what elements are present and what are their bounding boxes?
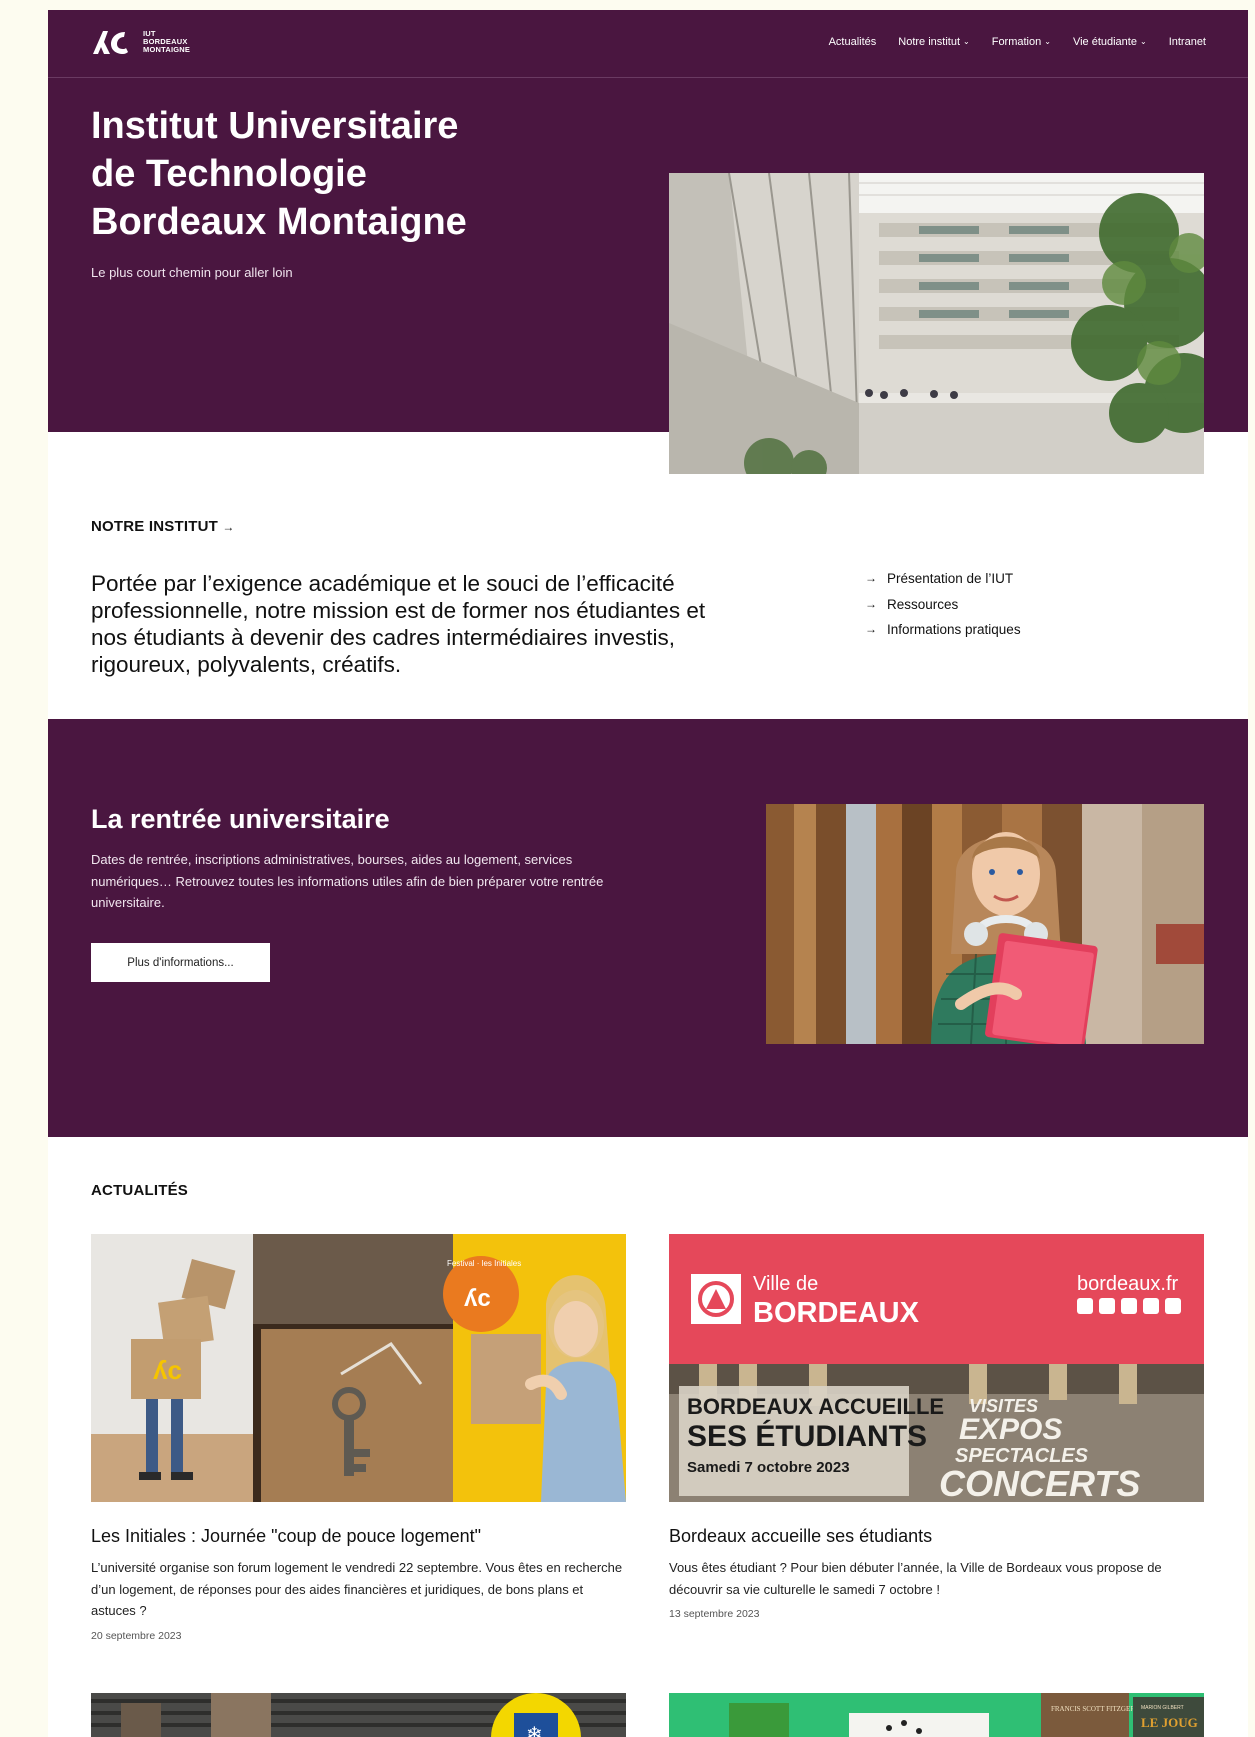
site-header: IUT BORDEAUX MONTAIGNE Actualités Notre … bbox=[48, 10, 1248, 78]
nav-label: Actualités bbox=[828, 36, 877, 48]
nav-item-intranet[interactable]: Intranet bbox=[1169, 36, 1206, 48]
institut-label-text: NOTRE INSTITUT bbox=[91, 518, 218, 535]
news-date: 20 septembre 2023 bbox=[91, 1629, 182, 1642]
logo-text: IUT BORDEAUX MONTAIGNE bbox=[143, 30, 190, 54]
svg-text:ʎc: ʎc bbox=[464, 1285, 491, 1312]
poster-right-4: CONCERTS bbox=[939, 1463, 1140, 1502]
poster-headline-3: Samedi 7 octobre 2023 bbox=[687, 1459, 850, 1476]
hero-subtitle: Le plus court chemin pour aller loin bbox=[91, 265, 293, 280]
book-label: MARION GILBERT bbox=[1141, 1705, 1184, 1711]
institut-mission-text: Portée par l’exigence académique et le s… bbox=[91, 571, 706, 677]
news-excerpt: L’université organise son forum logement… bbox=[91, 1560, 623, 1618]
link-label: Ressources bbox=[887, 596, 959, 612]
hero-title: Institut Universitaire de Technologie Bo… bbox=[91, 102, 651, 246]
news-excerpt: Vous êtes étudiant ? Pour bien débuter l… bbox=[669, 1560, 1162, 1597]
news-image-bordeaux: Ville de BORDEAUX bordeaux.fr BORDEAUX A… bbox=[669, 1234, 1204, 1502]
more-info-button[interactable]: Plus d'informations... bbox=[91, 943, 270, 982]
nav-label: Notre institut bbox=[898, 36, 961, 48]
book-label: LE JOUG bbox=[1141, 1715, 1198, 1730]
news-date: 13 septembre 2023 bbox=[669, 1608, 760, 1620]
nav-label: Formation bbox=[991, 36, 1042, 48]
news-card[interactable]: Ville de BORDEAUX bordeaux.fr BORDEAUX A… bbox=[669, 1234, 1204, 1620]
poster-city-text: BORDEAUX bbox=[753, 1297, 920, 1329]
hero-title-line: Institut Universitaire bbox=[91, 105, 459, 147]
arrow-right-icon: → bbox=[865, 622, 877, 636]
news-image-partial: ❄ bbox=[91, 1693, 626, 1737]
link-label: Présentation de l’IUT bbox=[887, 571, 1014, 586]
rentree-title: La rentrée universitaire bbox=[91, 804, 390, 834]
institut-section-label[interactable]: NOTRE INSTITUT → bbox=[91, 518, 235, 535]
link-presentation-iut[interactable]: → Présentation de l’IUT bbox=[865, 566, 1021, 592]
chevron-down-icon: ⌄ bbox=[963, 36, 970, 46]
news-title[interactable]: Bordeaux accueille ses étudiants bbox=[669, 1526, 1204, 1547]
nav-item-formation[interactable]: Formation ⌄ bbox=[992, 36, 1051, 48]
poster-ville-text: Ville de bbox=[753, 1273, 818, 1295]
chevron-down-icon: ⌄ bbox=[1139, 36, 1147, 46]
main-nav: Actualités Notre institut ⌄ Formation ⌄ Vi… bbox=[829, 36, 1206, 48]
arrow-right-icon: → bbox=[865, 571, 877, 585]
link-ressources[interactable]: → Ressources bbox=[865, 592, 1021, 618]
nav-label: Intranet bbox=[1168, 36, 1206, 48]
student-photo bbox=[766, 804, 1204, 1044]
logo-mark-icon bbox=[93, 31, 128, 54]
news-image-partial-books: FRANCIS SCOTT FITZGERALD MARION GILBERT … bbox=[669, 1693, 1204, 1737]
page: IUT BORDEAUX MONTAIGNE Actualités Notre … bbox=[48, 10, 1248, 1737]
rentree-section: La rentrée universitaire Dates de rentré… bbox=[48, 719, 1248, 1137]
poster-right-2: EXPOS bbox=[959, 1413, 1062, 1446]
nav-item-notre-institut[interactable]: Notre institut ⌄ bbox=[898, 36, 969, 48]
logo-line-montaigne: MONTAIGNE bbox=[143, 45, 191, 54]
svg-text:ʎc: ʎc bbox=[153, 1355, 182, 1385]
hero-building-image bbox=[669, 173, 1204, 474]
nav-item-vie-etudiante[interactable]: Vie étudiante ⌄ bbox=[1073, 36, 1147, 48]
image-badge-text: Festival · les Initiales bbox=[447, 1259, 521, 1268]
chevron-down-icon: ⌄ bbox=[1044, 36, 1051, 46]
news-card[interactable]: ʎc ʎc Festival · les Initiales Les Initi… bbox=[91, 1234, 626, 1642]
poster-headline-1: BORDEAUX ACCUEILLE bbox=[687, 1394, 944, 1419]
news-section-label: ACTUALITÉS bbox=[91, 1182, 188, 1199]
svg-text:❄: ❄ bbox=[526, 1722, 543, 1737]
news-title[interactable]: Les Initiales : Journée "coup de pouce l… bbox=[91, 1526, 626, 1547]
rentree-text: Dates de rentrée, inscriptions administr… bbox=[91, 852, 604, 910]
poster-headline-2: SES ÉTUDIANTS bbox=[687, 1419, 927, 1453]
link-label: Informations pratiques bbox=[887, 622, 1021, 637]
arrow-right-icon: → bbox=[222, 520, 235, 534]
nav-label: Vie étudiante bbox=[1072, 36, 1137, 48]
arrow-right-icon: → bbox=[865, 596, 877, 611]
poster-site-text: bordeaux.fr bbox=[1077, 1273, 1179, 1295]
hero-title-line: Bordeaux Montaigne bbox=[91, 201, 467, 243]
site-logo[interactable]: IUT BORDEAUX MONTAIGNE bbox=[91, 28, 190, 56]
institut-links: → Présentation de l’IUT → Ressources → Info… bbox=[865, 566, 1021, 643]
hero-title-line: de Technologie bbox=[91, 153, 367, 195]
link-informations-pratiques[interactable]: → Informations pratiques bbox=[865, 617, 1021, 643]
news-image-initiales: ʎc ʎc Festival · les Initiales bbox=[91, 1234, 626, 1502]
nav-item-actualites[interactable]: Actualités bbox=[829, 36, 877, 48]
